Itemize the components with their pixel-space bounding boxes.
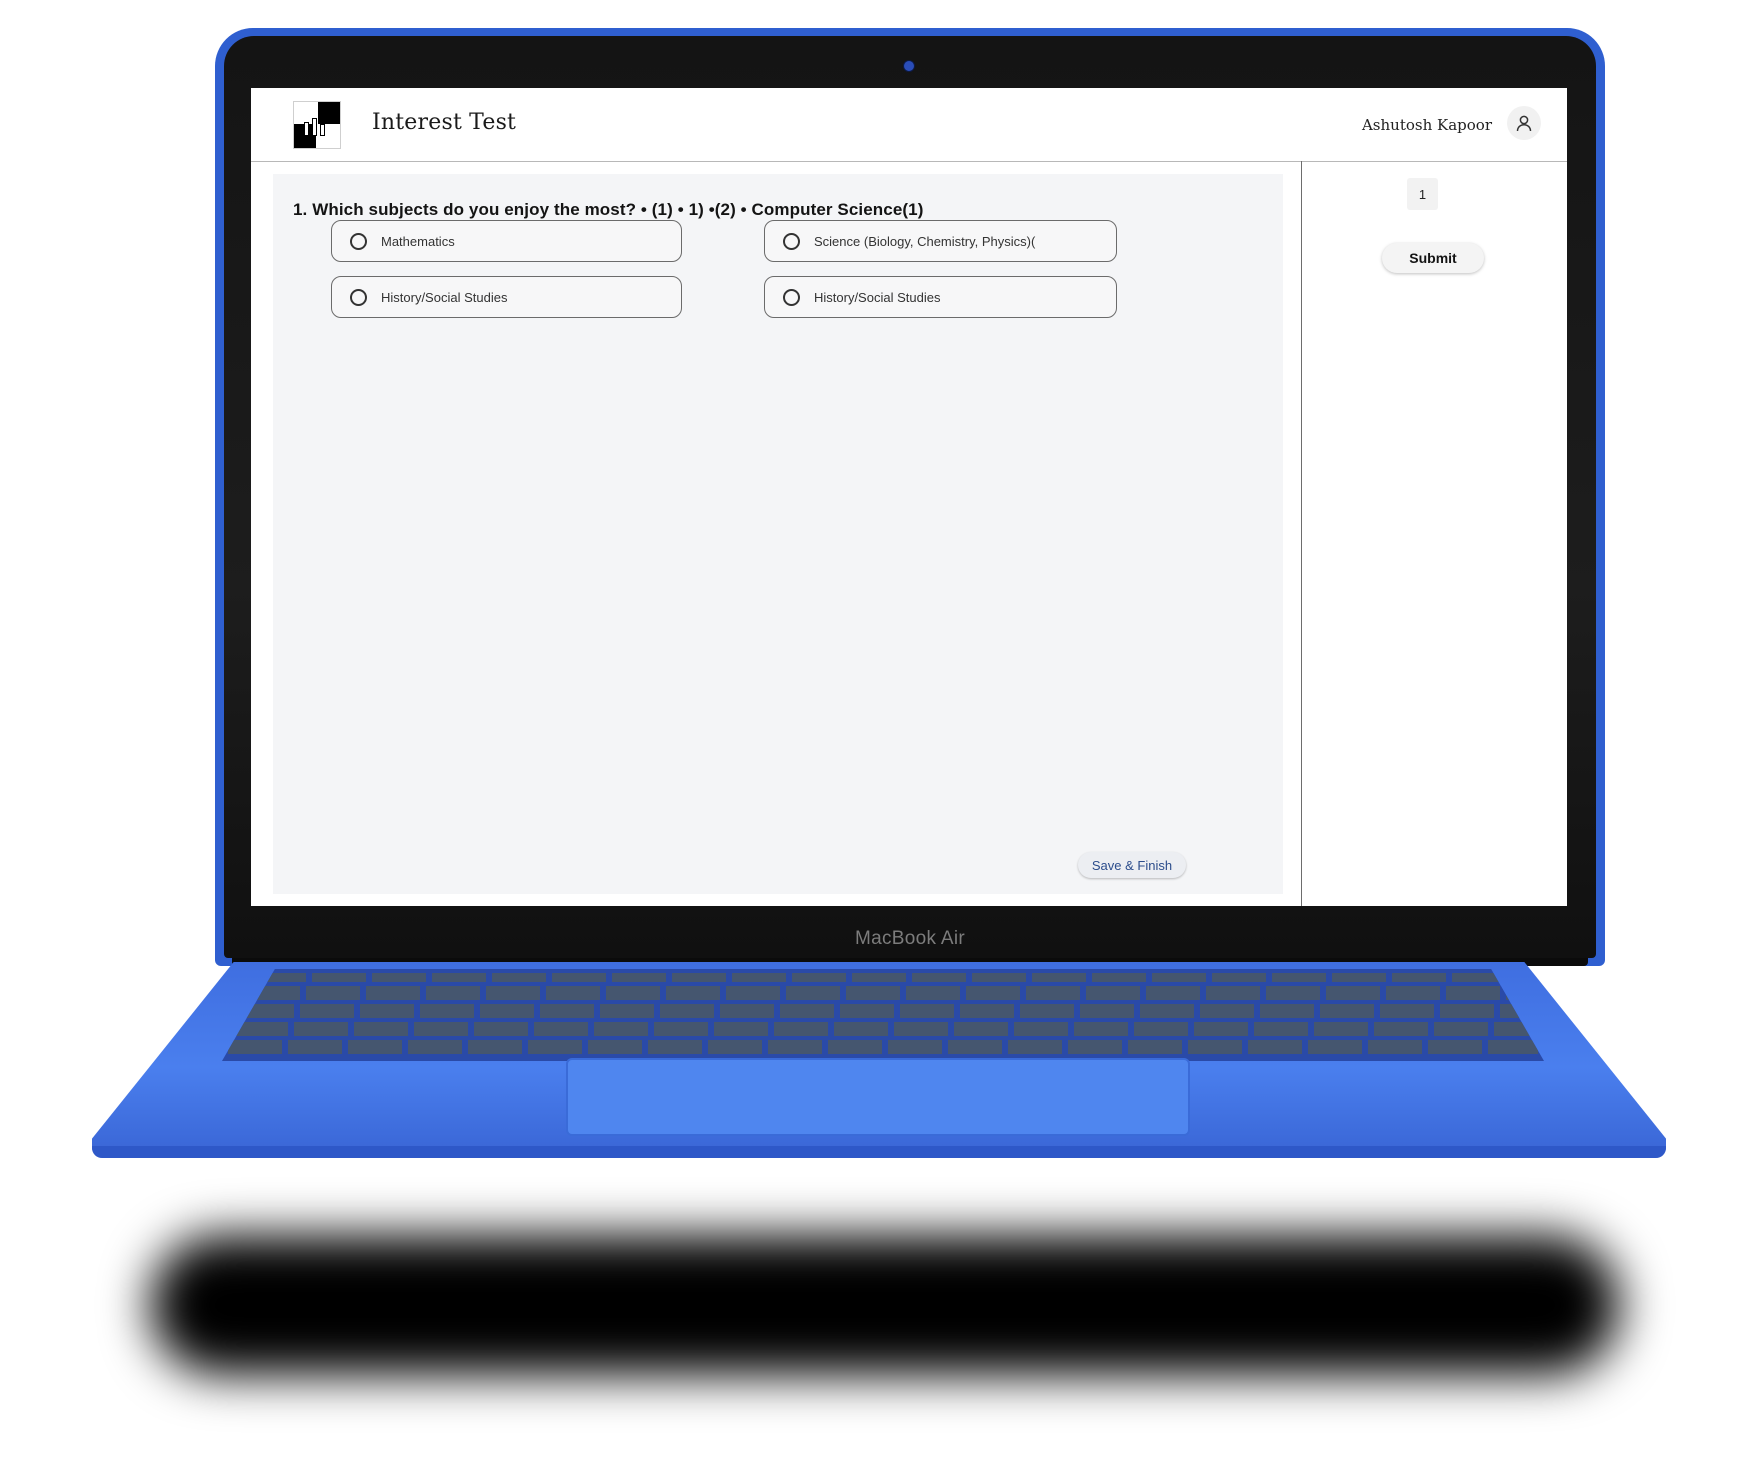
app-logo[interactable] [293,101,341,149]
camera-icon [903,60,915,72]
laptop-shadow [150,1235,1620,1375]
user-icon-glyph [1516,115,1532,132]
user-icon[interactable] [1507,106,1541,140]
app-title: Interest Test [372,110,517,135]
question-panel: 1. Which subjects do you enjoy the most?… [273,174,1283,894]
app-screen: Interest Test Ashutosh Kapoor 1. Which s… [251,88,1567,906]
radio-empty-icon[interactable] [350,288,367,306]
save-finish-button[interactable]: Save & Finish [1078,852,1186,878]
option-label: Science (Biology, Chemistry, Physics)( [814,233,1036,249]
radio-empty-icon[interactable] [350,232,367,250]
option-label: History/Social Studies [381,289,508,305]
laptop-base-edge [92,1146,1666,1158]
question-text: 1. Which subjects do you enjoy the most?… [293,200,924,219]
question-number-button[interactable]: 1 [1407,178,1438,210]
option-science[interactable]: Science (Biology, Chemistry, Physics)( [764,220,1117,262]
option-label: Mathematics [381,233,455,249]
radio-empty-icon[interactable] [783,232,800,250]
option-mathematics[interactable]: Mathematics [331,220,682,262]
submit-button[interactable]: Submit [1382,243,1484,273]
option-history-social-studies-2[interactable]: History/Social Studies [764,276,1117,318]
option-history-social-studies-1[interactable]: History/Social Studies [331,276,682,318]
option-label: History/Social Studies [814,289,941,305]
radio-empty-icon[interactable] [783,288,800,306]
user-name[interactable]: Ashutosh Kapoor [1362,116,1492,134]
trackpad [566,1058,1190,1136]
keyboard [222,969,1544,1061]
sidebar-divider [1301,161,1302,906]
app-header: Interest Test Ashutosh Kapoor [251,88,1567,162]
device-brand-label: MacBook Air [855,928,965,949]
